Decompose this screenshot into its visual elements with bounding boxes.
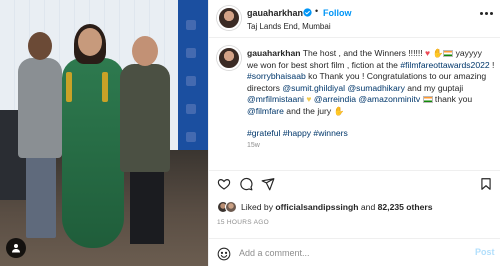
hashtag-link[interactable]: #filmfareottawards2022 <box>400 60 489 70</box>
person-left-head <box>28 32 52 60</box>
avatar[interactable] <box>217 6 241 30</box>
post-side-panel: gauaharkhan • Follow Taj Lands End, Mumb… <box>208 0 500 266</box>
person-center-head <box>78 28 102 56</box>
caption-text: thank you <box>432 94 473 104</box>
liker-username[interactable]: officialsandipssingh <box>275 202 358 212</box>
india-flag-emoji <box>422 96 433 103</box>
trophy <box>102 72 108 102</box>
liker-avatar <box>225 201 237 213</box>
post-header: gauaharkhan • Follow Taj Lands End, Mumb… <box>209 0 500 38</box>
save-icon[interactable] <box>479 177 493 191</box>
folded-hands-emoji: ✋ <box>333 105 345 116</box>
separator-dot: • <box>315 6 319 16</box>
comment-bar: Post <box>209 238 500 266</box>
person-right <box>120 64 170 172</box>
caption-text: and my guptaji <box>404 82 464 93</box>
location-link[interactable]: Taj Lands End, Mumbai <box>247 22 331 31</box>
comment-icon[interactable] <box>239 177 253 191</box>
heart-emoji: ♥ <box>425 48 431 58</box>
raised-hands-emoji: ✋ <box>432 48 444 58</box>
likes-middle: and <box>358 202 378 212</box>
post-comment-button[interactable]: Post <box>475 247 495 257</box>
action-bar <box>209 170 500 192</box>
india-flag-emoji <box>443 50 454 57</box>
trophy <box>66 72 72 102</box>
sponsor-logo <box>186 76 196 86</box>
verified-icon <box>303 8 312 17</box>
header-username[interactable]: gauaharkhan <box>247 8 303 18</box>
tagged-users-icon[interactable] <box>6 238 26 258</box>
caption-age: 15w <box>247 142 260 149</box>
caption-text: and the jury <box>283 105 334 116</box>
person-left-legs <box>26 152 56 238</box>
share-icon[interactable] <box>261 177 275 191</box>
follow-button[interactable]: Follow <box>323 8 352 18</box>
more-options-icon[interactable] <box>479 8 493 18</box>
likes-count[interactable]: 82,235 others <box>378 202 433 212</box>
caption-hashtags[interactable]: #grateful #happy #winners <box>247 128 348 138</box>
mention-link[interactable]: @filmfare <box>247 106 284 116</box>
post-timestamp[interactable]: 15 HOURS AGO <box>217 219 269 226</box>
mention-link[interactable]: @mrfilmistaani <box>247 94 304 104</box>
hashtag-link[interactable]: #sorrybhaisaab <box>247 71 306 81</box>
post-photo[interactable] <box>0 0 208 266</box>
likes-prefix: Liked by <box>241 202 276 212</box>
mention-link[interactable]: @arreindia <box>314 94 356 104</box>
sponsor-logo <box>186 20 196 30</box>
caption-text: ! <box>489 59 495 70</box>
caption-username[interactable]: gauaharkhan <box>247 48 301 58</box>
caption-avatar[interactable] <box>217 46 241 70</box>
mention-link[interactable]: @sumadhikary <box>347 83 404 93</box>
emoji-icon[interactable] <box>217 247 231 261</box>
likes-summary[interactable]: Liked by officialsandipssingh and 82,235… <box>217 200 433 214</box>
like-icon[interactable] <box>217 177 231 191</box>
post-caption: gauaharkhan The host , and the Winners !… <box>247 48 495 117</box>
person-right-head <box>132 36 158 66</box>
mention-link[interactable]: @amazonminitv <box>358 94 420 104</box>
caption-text: The host , and the Winners !!!!!! <box>300 48 426 58</box>
mention-link[interactable]: @sumit.ghildiyal <box>282 83 345 93</box>
sponsor-logo <box>186 104 196 114</box>
yellow-heart-emoji: ♥ <box>306 94 312 104</box>
person-right-legs <box>130 166 164 244</box>
sponsor-logo <box>186 48 196 58</box>
likes-text: Liked by officialsandipssingh and 82,235… <box>241 202 433 212</box>
person-left <box>18 58 62 158</box>
sponsor-logo <box>186 132 196 142</box>
comment-input[interactable] <box>239 245 459 261</box>
